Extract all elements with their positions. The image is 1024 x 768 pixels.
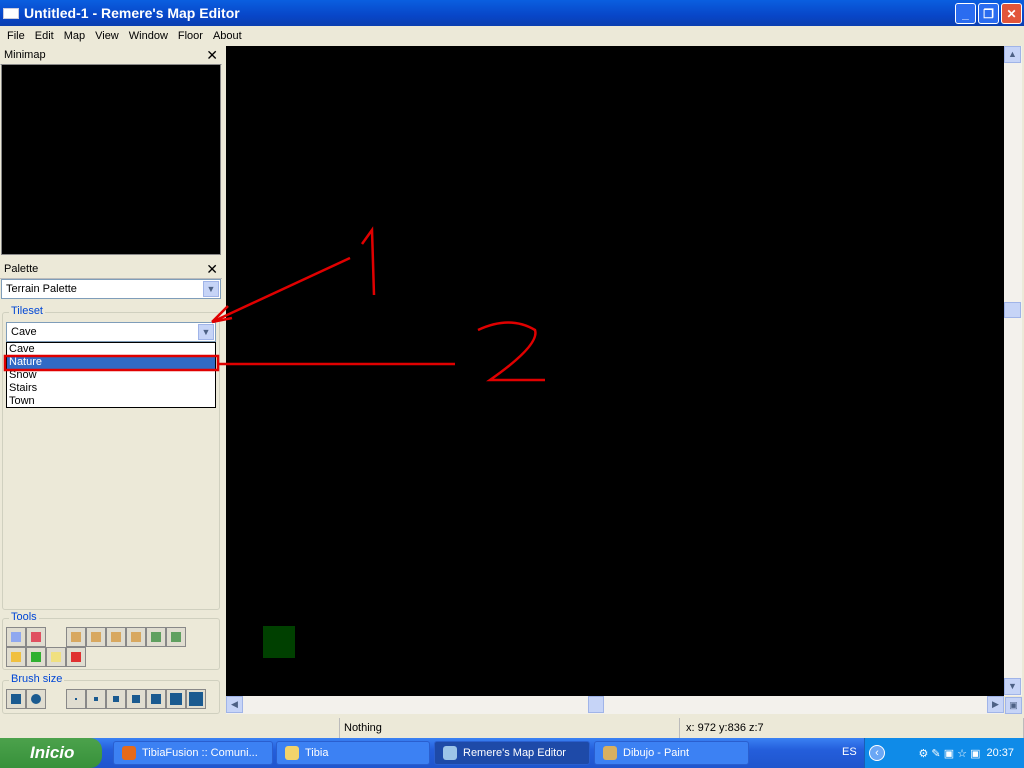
app-icon: [443, 746, 457, 760]
start-label: Inicio: [30, 743, 75, 762]
annotation-number-1: [360, 226, 376, 296]
taskbar: Inicio TibiaFusion :: Comuni... Tibia Re…: [0, 738, 1024, 768]
annotation-number-2: [477, 321, 545, 382]
chevron-left-icon[interactable]: ‹: [869, 745, 885, 761]
task-firefox[interactable]: TibiaFusion :: Comuni...: [113, 741, 273, 765]
firefox-icon: [122, 746, 136, 760]
annotation-arrow-1: [211, 256, 351, 324]
task-tibia-folder[interactable]: Tibia: [276, 741, 430, 765]
start-button[interactable]: Inicio: [0, 738, 102, 768]
task-label: Remere's Map Editor: [463, 747, 566, 759]
task-remeres-map-editor[interactable]: Remere's Map Editor: [434, 741, 590, 765]
folder-icon: [285, 746, 299, 760]
system-tray: ‹ ⚙ ✎ ▣ ☆ ▣ 20:37: [864, 738, 1024, 768]
clock: 20:37: [986, 747, 1014, 759]
tray-icons[interactable]: ⚙ ✎ ▣ ☆ ▣: [919, 747, 981, 760]
language-indicator[interactable]: ES: [842, 746, 857, 758]
task-label: TibiaFusion :: Comuni...: [142, 747, 258, 759]
task-paint[interactable]: Dibujo - Paint: [594, 741, 749, 765]
annotation-overlay: [3, 226, 545, 382]
task-label: Tibia: [305, 747, 329, 759]
paint-icon: [603, 746, 617, 760]
task-label: Dibujo - Paint: [623, 747, 690, 759]
annotation-highlight-box: [3, 354, 220, 372]
